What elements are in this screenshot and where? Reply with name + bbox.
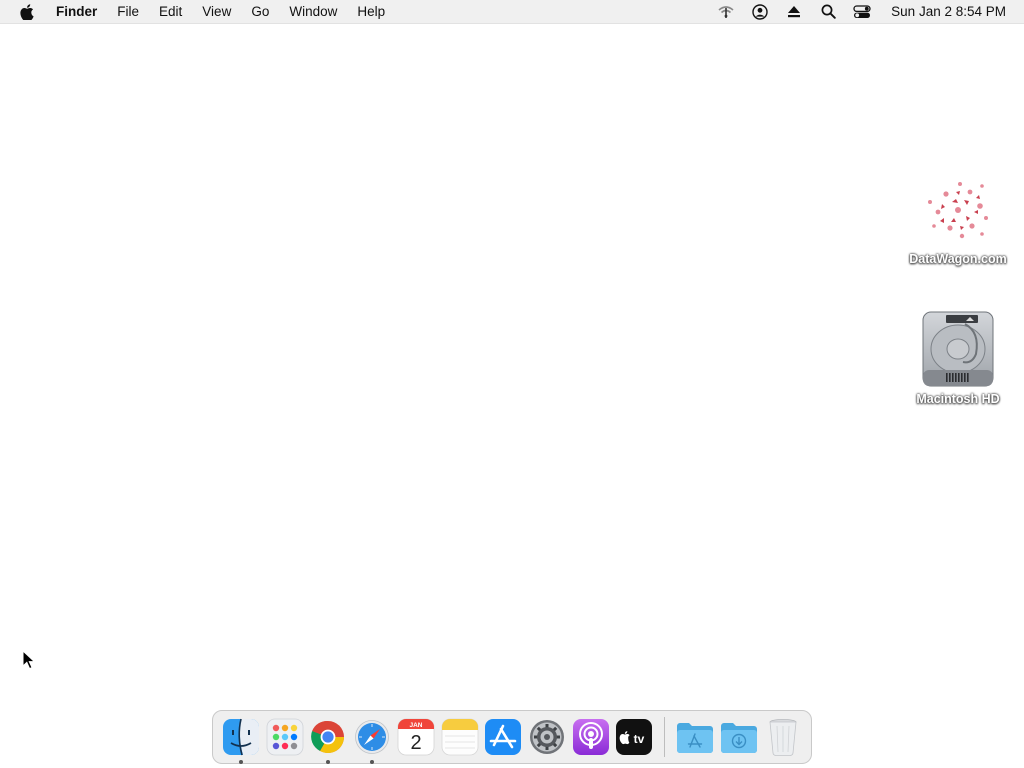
apple-tv-icon: tv <box>616 719 653 755</box>
wifi-off-icon[interactable] <box>717 3 735 21</box>
calendar-month: JAN <box>409 722 422 729</box>
apple-tv-label: tv <box>634 732 645 746</box>
dock-item-podcasts[interactable] <box>571 717 611 757</box>
dock-item-safari[interactable] <box>352 717 392 764</box>
launchpad-icon <box>266 718 303 756</box>
desktop: Finder File Edit View Go Window Help Sun… <box>0 0 1024 768</box>
desktop-icon-label: Macintosh HD <box>916 392 1000 406</box>
dock-item-system-preferences[interactable] <box>527 717 567 757</box>
dock-item-launchpad[interactable] <box>265 717 305 757</box>
spotlight-search-icon[interactable] <box>819 3 837 21</box>
datawagon-file-icon <box>928 182 988 239</box>
menu-bar-clock[interactable]: Sun Jan 2 8:54 PM <box>891 4 1006 19</box>
menu-go[interactable]: Go <box>241 0 279 24</box>
desktop-icon-datawagon[interactable]: DataWagon.com <box>903 172 1013 266</box>
menu-help[interactable]: Help <box>347 0 395 24</box>
dock-item-chrome[interactable] <box>308 717 348 764</box>
downloads-folder-icon <box>721 723 758 753</box>
dock-item-applications-folder[interactable] <box>675 717 715 757</box>
dock-item-app-store[interactable] <box>483 717 523 757</box>
menu-edit[interactable]: Edit <box>149 0 192 24</box>
apple-menu-icon[interactable] <box>18 3 36 21</box>
safari-icon <box>355 720 389 754</box>
control-center-icon[interactable] <box>853 3 871 21</box>
calendar-icon: JAN 2 <box>397 718 435 756</box>
dock-item-apple-tv[interactable]: tv <box>615 717 655 757</box>
dock-item-finder[interactable] <box>221 717 261 764</box>
podcasts-icon <box>572 719 609 755</box>
dock-separator <box>664 717 666 757</box>
applications-folder-icon <box>677 723 714 753</box>
calendar-day: 2 <box>410 732 421 754</box>
hard-drive-icon <box>922 311 994 387</box>
menu-window[interactable]: Window <box>279 0 347 24</box>
trash-icon <box>769 719 797 756</box>
dock: JAN 2 tv <box>212 710 812 764</box>
menu-view[interactable]: View <box>192 0 241 24</box>
mouse-cursor-icon <box>22 650 36 670</box>
app-store-icon <box>485 719 522 755</box>
finder-icon <box>222 718 259 756</box>
running-indicator <box>326 760 331 764</box>
running-indicator <box>370 760 375 764</box>
notes-icon <box>441 718 478 756</box>
running-indicator <box>239 760 243 764</box>
desktop-icon-macintosh-hd[interactable]: Macintosh HD <box>903 310 1013 406</box>
gear-icon <box>530 720 564 754</box>
dock-item-trash[interactable] <box>763 717 803 757</box>
dock-item-calendar[interactable]: JAN 2 <box>396 717 436 757</box>
eject-icon[interactable] <box>785 3 803 21</box>
user-account-icon[interactable] <box>751 3 769 21</box>
dock-item-downloads-folder[interactable] <box>719 717 759 757</box>
menu-file[interactable]: File <box>107 0 149 24</box>
menu-bar: Finder File Edit View Go Window Help Sun… <box>0 0 1024 24</box>
menu-finder[interactable]: Finder <box>56 0 107 24</box>
desktop-icon-label: DataWagon.com <box>909 252 1007 266</box>
chrome-icon <box>311 720 345 754</box>
dock-item-notes[interactable] <box>440 717 480 757</box>
